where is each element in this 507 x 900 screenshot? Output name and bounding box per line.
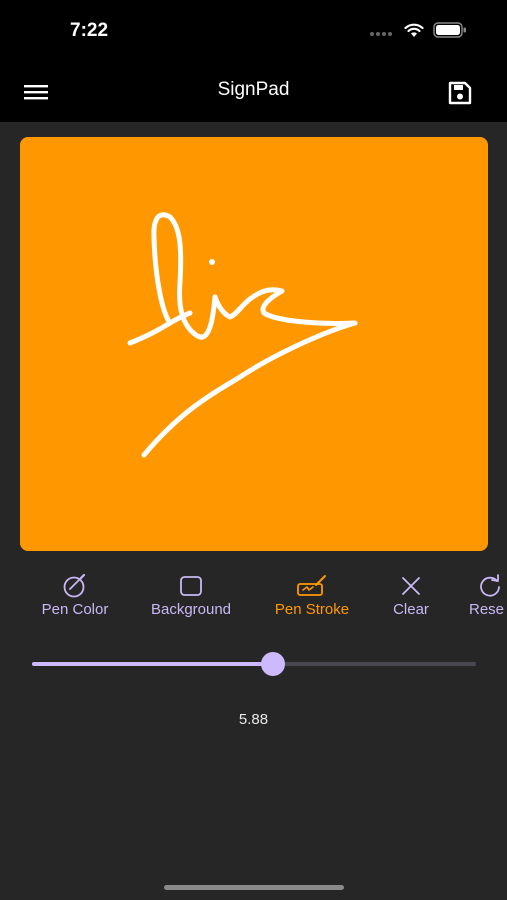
status-icons	[369, 22, 467, 43]
pen-stroke-label: Pen Stroke	[274, 601, 350, 618]
app-bar: SignPad	[0, 62, 507, 122]
stroke-width-value: 5.88	[238, 711, 269, 728]
pen-color-icon	[35, 572, 115, 598]
pen-color-label: Pen Color	[41, 601, 109, 618]
reset-button[interactable]: Rese	[469, 572, 507, 618]
background-square-icon	[143, 572, 239, 598]
signature-dot	[209, 259, 215, 265]
clear-label: Clear	[393, 601, 429, 618]
close-icon	[386, 572, 436, 598]
clear-button[interactable]: Clear	[386, 572, 436, 618]
pen-stroke-button[interactable]: Pen Stroke	[268, 572, 356, 618]
signature-strokes	[127, 212, 358, 458]
pen-color-button[interactable]: Pen Color	[35, 572, 115, 618]
slider-active-track	[32, 662, 274, 666]
save-icon[interactable]	[447, 80, 473, 106]
app-title: SignPad	[217, 79, 290, 100]
signature-canvas[interactable]	[20, 137, 488, 551]
wifi-icon	[404, 23, 424, 43]
reset-icon	[477, 572, 503, 598]
signal-dots-icon	[369, 24, 395, 42]
reset-label: Rese	[469, 601, 505, 618]
battery-icon	[433, 22, 467, 43]
status-time: 7:22	[70, 20, 109, 41]
background-button[interactable]: Background	[143, 572, 239, 618]
home-indicator	[164, 885, 344, 890]
status-bar: 7:22	[0, 0, 507, 62]
slider-thumb[interactable]	[261, 652, 286, 676]
pen-stroke-icon	[268, 572, 356, 598]
toolbar: Pen Color Background Pen Stroke Clear Re…	[0, 572, 507, 622]
stroke-width-slider[interactable]	[32, 652, 476, 676]
background-label: Background	[150, 601, 232, 618]
